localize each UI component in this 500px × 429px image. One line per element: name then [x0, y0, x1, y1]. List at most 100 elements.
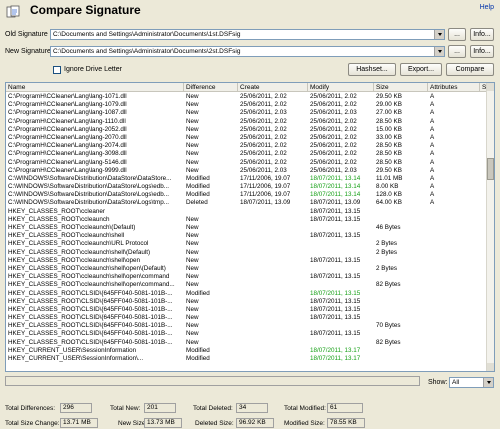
table-row[interactable]: HKEY_CLASSES_ROOT\CLSID\{645FF040-5081-1…	[6, 339, 487, 347]
cell-modify	[308, 281, 374, 289]
cell-diff: New	[186, 117, 199, 125]
cell-modify: 18/07/2011, 13.15	[310, 330, 361, 338]
old-signature-info-button[interactable]: Info...	[470, 28, 494, 41]
table-row[interactable]: HKEY_CLASSES_ROOT\CLSID\{645FF040-5081-1…	[6, 330, 487, 338]
differences-table[interactable]: Name Difference Create Modify Size Attri…	[5, 82, 495, 372]
cell-size: 11.01 MB	[376, 174, 403, 182]
column-header-name[interactable]: Name	[6, 83, 184, 92]
table-row[interactable]: HKEY_CLASSES_ROOT\ccleaner 18/07/2011, 13…	[6, 208, 487, 216]
cell-size: 29.00 KB	[376, 101, 402, 109]
table-row[interactable]: HKEY_CLASSES_ROOT\CLSID\{645FF040-5081-1…	[6, 298, 487, 306]
cell-create: 17/11/2006, 19.07	[240, 183, 291, 191]
help-link[interactable]: Help	[480, 4, 494, 11]
cell-size	[374, 314, 428, 322]
column-header-difference[interactable]: Difference	[184, 83, 238, 92]
cell-name: HKEY_CLASSES_ROOT\ccleaner	[8, 207, 105, 215]
cell-modify: 18/07/2011, 13.14	[310, 174, 361, 182]
cell-attr	[428, 224, 480, 232]
cell-create: 17/11/2006, 19.07	[240, 174, 291, 182]
cell-name: HKEY_CLASSES_ROOT\ccleaunch\URL Protocol	[8, 240, 149, 248]
scrollbar-thumb[interactable]	[487, 158, 494, 180]
chevron-down-icon[interactable]	[483, 378, 493, 387]
horizontal-scrollbar[interactable]	[5, 376, 420, 386]
table-row[interactable]: C:\WINDOWS\SoftwareDistribution\DataStor…	[6, 191, 487, 199]
cell-diff: New	[186, 224, 199, 231]
cell-diff: New	[186, 109, 199, 117]
table-row[interactable]: HKEY_CLASSES_ROOT\CLSID\{645FF040-5081-1…	[6, 290, 487, 298]
cell-size	[374, 306, 428, 314]
chevron-down-icon[interactable]	[434, 30, 444, 39]
scroll-down-arrow-icon[interactable]	[487, 363, 494, 371]
vertical-scrollbar[interactable]	[486, 83, 494, 371]
show-select[interactable]: All	[449, 377, 494, 388]
chevron-down-icon[interactable]	[434, 47, 444, 56]
cell-attr	[428, 265, 480, 273]
show-select-value: All	[452, 379, 460, 386]
cell-create	[238, 298, 308, 306]
hashset-button[interactable]: Hashset...	[348, 63, 396, 76]
table-row[interactable]: C:\WINDOWS\SoftwareDistribution\DataStor…	[6, 199, 487, 207]
table-row[interactable]: HKEY_CURRENT_USER\SessionInformation Modi…	[6, 347, 487, 355]
export-button[interactable]: Export...	[400, 63, 442, 76]
table-row[interactable]: HKEY_CLASSES_ROOT\ccleaunch\(Default) New…	[6, 224, 487, 232]
table-row[interactable]: C:\WINDOWS\SoftwareDistribution\DataStor…	[6, 175, 487, 183]
table-row[interactable]: C:\ProgramH\CCleaner\Lang\lang-2070.dll N…	[6, 134, 487, 142]
table-row[interactable]: HKEY_CLASSES_ROOT\ccleaunch\shell\open\c…	[6, 273, 487, 281]
table-row[interactable]: C:\ProgramH\CCleaner\Lang\lang-3098.dll N…	[6, 150, 487, 158]
cell-modify	[308, 339, 374, 347]
new-size-value: 13.73 MB	[144, 418, 182, 428]
cell-diff: Modified	[186, 174, 210, 182]
cell-create	[238, 240, 308, 248]
table-row[interactable]: HKEY_CLASSES_ROOT\ccleaunch New 18/07/2011…	[6, 216, 487, 224]
table-row[interactable]: HKEY_CLASSES_ROOT\CLSID\{645FF040-5081-1…	[6, 314, 487, 322]
cell-size	[374, 298, 428, 306]
cell-size: 2 Bytes	[376, 240, 397, 248]
cell-size	[374, 232, 428, 240]
cell-modify	[308, 322, 374, 330]
ignore-drive-letter-checkbox[interactable]	[53, 66, 61, 74]
table-row[interactable]: HKEY_CLASSES_ROOT\ccleaunch\shell\open\(…	[6, 265, 487, 273]
column-header-size[interactable]: Size	[374, 83, 428, 92]
table-row[interactable]: C:\ProgramH\CCleaner\Lang\lang-1110.dll N…	[6, 118, 487, 126]
cell-diff: Modified	[186, 289, 210, 297]
table-row[interactable]: C:\ProgramH\CCleaner\Lang\lang-1079.dll N…	[6, 101, 487, 109]
table-row[interactable]: C:\ProgramH\CCleaner\Lang\lang-5146.dll N…	[6, 159, 487, 167]
cell-attr: A	[430, 158, 435, 166]
table-row[interactable]: C:\ProgramH\CCleaner\Lang\lang-2052.dll N…	[6, 126, 487, 134]
cell-name: C:\WINDOWS\SoftwareDistribution\DataStor…	[8, 191, 169, 199]
new-signature-combo[interactable]: C:\Documents and Settings\Administrator\…	[50, 46, 445, 57]
table-row[interactable]: C:\ProgramH\CCleaner\Lang\lang-9999.dll N…	[6, 167, 487, 175]
table-row[interactable]: C:\ProgramH\CCleaner\Lang\lang-1087.dll N…	[6, 109, 487, 117]
cell-diff: New	[186, 256, 199, 264]
table-row[interactable]: C:\WINDOWS\SoftwareDistribution\DataStor…	[6, 183, 487, 191]
new-signature-browse-button[interactable]: ...	[448, 45, 466, 58]
cell-name: C:\ProgramH\CCleaner\Lang\lang-2074.dll	[8, 142, 127, 150]
cell-diff: New	[186, 101, 199, 109]
table-row[interactable]: HKEY_CLASSES_ROOT\ccleaunch\shell\open\c…	[6, 281, 487, 289]
table-row[interactable]: HKEY_CLASSES_ROOT\ccleaunch\URL Protocol…	[6, 240, 487, 248]
scroll-up-arrow-icon[interactable]	[487, 83, 494, 91]
cell-attr	[428, 298, 480, 306]
table-row[interactable]: C:\ProgramH\CCleaner\Lang\lang-2074.dll N…	[6, 142, 487, 150]
column-header-modify[interactable]: Modify	[308, 83, 374, 92]
old-signature-combo[interactable]: C:\Documents and Settings\Administrator\…	[50, 29, 445, 40]
new-signature-info-button[interactable]: Info...	[470, 45, 494, 58]
table-row[interactable]: HKEY_CLASSES_ROOT\ccleaunch\shell\open Ne…	[6, 257, 487, 265]
cell-attr: A	[430, 93, 435, 100]
column-header-create[interactable]: Create	[238, 83, 308, 92]
old-signature-browse-button[interactable]: ...	[448, 28, 466, 41]
table-row[interactable]: HKEY_CLASSES_ROOT\CLSID\{645FF040-5081-1…	[6, 306, 487, 314]
cell-attr	[428, 208, 480, 216]
cell-diff: New	[186, 305, 199, 313]
column-header-attributes[interactable]: Attributes	[428, 83, 480, 92]
cell-size: 2 Bytes	[376, 264, 397, 272]
table-row[interactable]: C:\ProgramH\CCleaner\Lang\lang-1071.dll N…	[6, 93, 487, 101]
table-row[interactable]: HKEY_CLASSES_ROOT\ccleaunch\shell New 18/0…	[6, 232, 487, 240]
cell-modify: 18/07/2011, 13.15	[310, 232, 361, 240]
compare-button[interactable]: Compare	[446, 63, 494, 76]
table-row[interactable]: HKEY_CLASSES_ROOT\ccleaunch\shell\(Defau…	[6, 249, 487, 257]
table-row[interactable]: HKEY_CURRENT_USER\SessionInformation\...…	[6, 355, 487, 363]
table-row[interactable]: HKEY_CLASSES_ROOT\CLSID\{645FF040-5081-1…	[6, 322, 487, 330]
cell-attr: A	[430, 125, 435, 133]
cell-modify	[308, 240, 374, 248]
